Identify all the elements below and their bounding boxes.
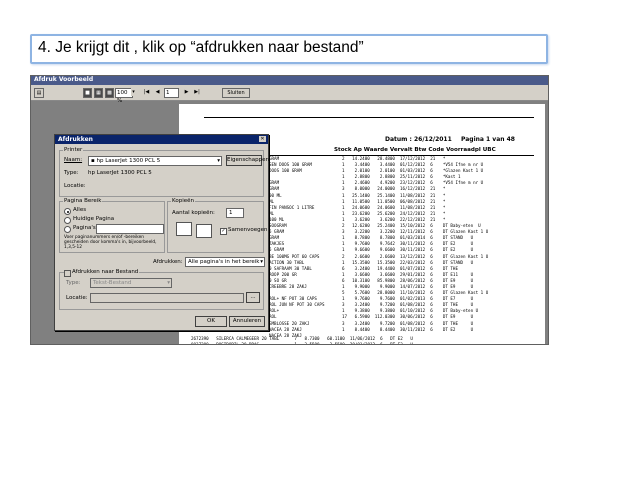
properties-button[interactable]: Eigenschappen — [226, 155, 269, 166]
copies-stepper[interactable]: 1 — [226, 208, 244, 218]
radio-current-label: Huidige Pagina — [73, 216, 115, 222]
report-columns: Stock Ap Waarde Vervalt Btw Code Voorraa… — [334, 147, 496, 153]
instruction-caption: 4. Je krijgt dit , klik op “afdrukken na… — [30, 34, 548, 64]
header-rule — [204, 117, 534, 118]
copies-group: Kopieën Aantal kopieën: 1 ✓ Samenvoegen — [167, 198, 268, 253]
page-number-field[interactable]: 1 — [164, 88, 179, 98]
printer-group: Printer Naam: ▪ hp LaserJet 1300 PCL 5 ▾… — [59, 147, 269, 197]
print-to-file-label: Afdrukken naar Bestand — [71, 269, 140, 275]
first-page-icon[interactable]: |◀ — [143, 88, 150, 96]
type-label: Type: — [64, 170, 79, 176]
next-page-icon[interactable]: ▶ — [183, 88, 190, 96]
radio-pages-label: Pagina's: — [73, 225, 98, 231]
copies-value: 1 — [229, 210, 233, 216]
close-icon[interactable]: ✕ — [259, 136, 266, 142]
chevron-down-icon: ▾ — [260, 259, 263, 265]
name-label: Naam: — [64, 157, 83, 163]
radio-all-label: Alles — [73, 207, 87, 213]
view-multi-icon[interactable]: ▩ — [105, 88, 114, 98]
print-to-file-group: Afdrukken naar Bestand Type: Tekst-Besta… — [59, 269, 264, 310]
window-title: Afdruk Voorbeeld — [34, 76, 94, 83]
report-product-names: GRAM SEN DOOS 100 GRAM DOOS 100 GRAM GRA… — [269, 156, 325, 338]
pages-hint: Voer paginanummers en/of -bereiken gesch… — [64, 235, 157, 250]
print-preview-window: Afdruk Voorbeeld ▤ ■ ▦ ▩ 100 % ▾ |◀ ◀ 1 … — [30, 75, 549, 345]
printer-icon[interactable]: ▤ — [34, 88, 44, 98]
dialog-titlebar: Afdrukken ✕ — [55, 135, 268, 144]
printer-select[interactable]: ▪ hp LaserJet 1300 PCL 5 ▾ — [88, 156, 222, 166]
report-date: Datum : 26/12/2011 — [385, 136, 452, 143]
report-page-number: Pagina 1 van 48 — [461, 136, 515, 143]
close-preview-button[interactable]: Sluiten — [222, 88, 250, 98]
collate-icon-2 — [196, 224, 212, 238]
file-type-value: Tekst-Bestand — [93, 280, 132, 286]
print-to-file-checkbox[interactable] — [64, 270, 71, 277]
type-value: hp LaserJet 1300 PCL 5 — [88, 170, 152, 176]
cancel-button[interactable]: Annuleren — [229, 316, 265, 327]
file-type-label: Type: — [66, 280, 81, 286]
collate-label: Samenvoegen — [228, 227, 268, 233]
file-location-label: Locatie: — [66, 295, 88, 301]
printer-group-label: Printer — [63, 147, 84, 153]
pages-input[interactable] — [96, 224, 164, 234]
location-label: Locatie: — [64, 183, 86, 189]
radio-pages[interactable] — [64, 226, 71, 233]
report-values: 2 14.2400 28.4800 17/12/2012 21 * 1 3.44… — [342, 156, 489, 332]
chevron-down-icon: ▾ — [167, 280, 170, 286]
preview-toolbar: ▤ ■ ▦ ▩ 100 % ▾ |◀ ◀ 1 ▶ ▶| Sluiten — [31, 85, 548, 104]
caption-text: 4. Je krijgt dit , klik op “afdrukken na… — [38, 39, 364, 56]
print-scope-select[interactable]: Alle pagina's in het bereik ▾ — [185, 257, 265, 267]
view-one-icon[interactable]: ■ — [83, 88, 92, 98]
radio-current-page[interactable] — [64, 217, 71, 224]
prev-page-icon[interactable]: ◀ — [154, 88, 161, 96]
collate-icon — [176, 222, 192, 236]
radio-all[interactable] — [64, 208, 71, 215]
report-bottom-rows: 2672390 SILERCA CALMEGEER 20 TABL 7 8.73… — [191, 336, 413, 345]
browse-button[interactable]: ... — [246, 292, 260, 303]
printer-name: hp LaserJet 1300 PCL 5 — [96, 158, 161, 164]
last-page-icon[interactable]: ▶| — [193, 88, 201, 96]
dialog-title: Afdrukken — [58, 136, 93, 143]
print-scope-value: Alle pagina's in het bereik — [188, 259, 260, 265]
print-label: Afdrukken: — [153, 259, 183, 265]
page-range-label: Pagina Bereik — [63, 198, 103, 204]
zoom-dropdown-icon[interactable]: ▾ — [131, 88, 136, 96]
collate-checkbox[interactable]: ✓ — [220, 228, 227, 235]
copies-group-label: Kopieën — [171, 198, 195, 204]
chevron-down-icon: ▾ — [217, 158, 220, 164]
window-titlebar: Afdruk Voorbeeld — [31, 76, 548, 85]
print-dialog: Afdrukken ✕ Printer Naam: ▪ hp LaserJet … — [54, 134, 269, 331]
ok-button[interactable]: OK — [195, 316, 227, 327]
view-two-icon[interactable]: ▦ — [94, 88, 103, 98]
copies-label: Aantal kopieën: — [172, 210, 215, 216]
file-location-input[interactable] — [90, 293, 244, 303]
page-range-group: Pagina Bereik Alles Huidige Pagina Pagin… — [59, 198, 165, 253]
file-type-select[interactable]: Tekst-Bestand ▾ — [90, 278, 172, 288]
